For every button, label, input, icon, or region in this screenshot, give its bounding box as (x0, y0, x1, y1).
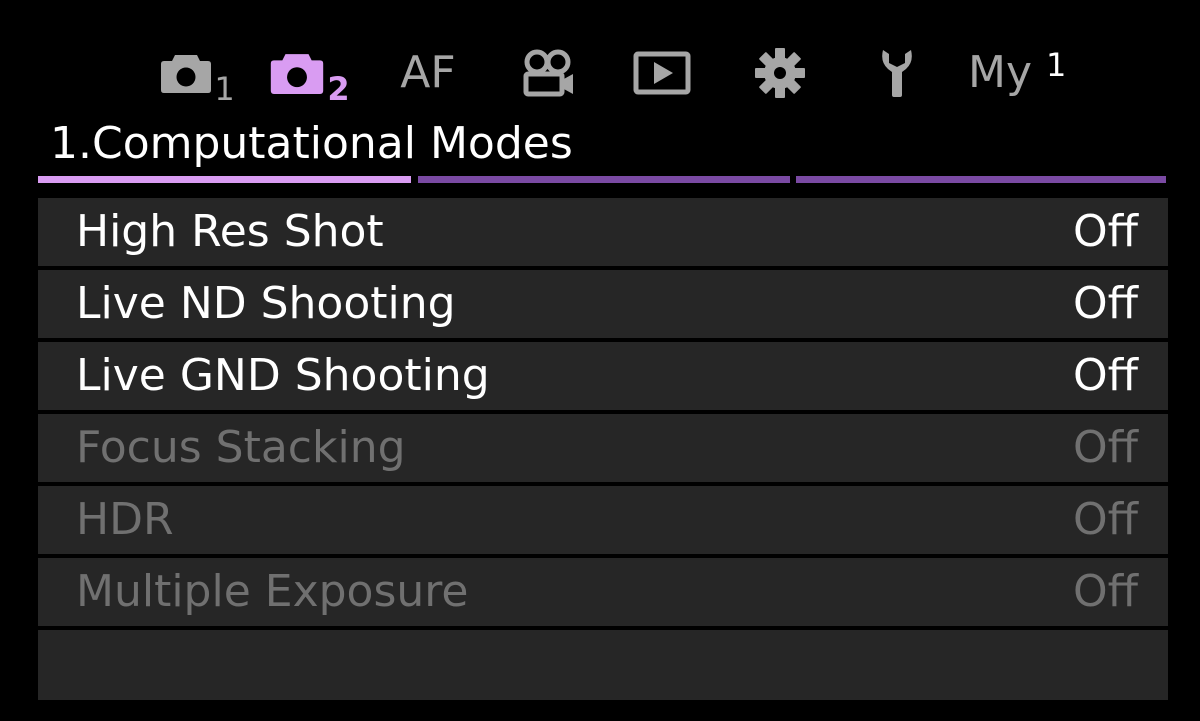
menu-item-label: Focus Stacking (76, 422, 406, 473)
menu-item-live-gnd-shooting[interactable]: Live GND Shooting Off (38, 342, 1168, 410)
menu-item-label: Multiple Exposure (76, 566, 469, 617)
page-indicator-segment-1 (38, 176, 411, 183)
menu-item-label: High Res Shot (76, 206, 384, 257)
menu-item-label: HDR (76, 494, 174, 545)
camera-icon (271, 54, 324, 94)
tab-af-label: AF (400, 47, 456, 98)
menu-tab-bar: 1 2 AF My 1 (0, 38, 1200, 108)
page-indicator-segment-3 (796, 176, 1166, 183)
tab-video[interactable] (508, 38, 588, 108)
gear-icon (755, 48, 805, 98)
camera-icon (161, 55, 212, 93)
tab-my-label: My (968, 47, 1033, 98)
menu-item-value: Off (1073, 566, 1138, 617)
tab-my-menu[interactable]: My 1 (968, 38, 1098, 108)
menu-item-value: Off (1073, 422, 1138, 473)
tab-shooting-1-number: 1 (214, 70, 235, 108)
menu-item-high-res-shot[interactable]: High Res Shot Off (38, 198, 1168, 266)
tab-custom[interactable] (744, 38, 816, 108)
tab-my-number: 1 (1046, 46, 1067, 84)
menu-item-focus-stacking: Focus Stacking Off (38, 414, 1168, 482)
menu-list: High Res Shot Off Live ND Shooting Off L… (38, 198, 1168, 704)
page-title: 1.Computational Modes (50, 118, 573, 169)
video-camera-icon (523, 49, 573, 97)
page-indicator (38, 176, 1166, 183)
playback-icon (633, 51, 691, 95)
page-indicator-segment-2 (418, 176, 790, 183)
tab-setup[interactable] (862, 38, 932, 108)
tab-shooting-2[interactable]: 2 (262, 38, 357, 108)
menu-item-value: Off (1073, 278, 1138, 329)
menu-item-live-nd-shooting[interactable]: Live ND Shooting Off (38, 270, 1168, 338)
menu-item-label: Live ND Shooting (76, 278, 456, 329)
menu-item-value: Off (1073, 350, 1138, 401)
menu-item-multiple-exposure: Multiple Exposure Off (38, 558, 1168, 626)
menu-item-value: Off (1073, 206, 1138, 257)
menu-item-value: Off (1073, 494, 1138, 545)
tab-af[interactable]: AF (388, 38, 468, 108)
wrench-icon (882, 50, 912, 97)
tab-playback[interactable] (624, 38, 700, 108)
tab-shooting-2-number: 2 (327, 70, 350, 108)
tab-shooting-1[interactable]: 1 (150, 38, 245, 108)
menu-item-empty (38, 630, 1168, 700)
menu-item-label: Live GND Shooting (76, 350, 490, 401)
menu-item-hdr: HDR Off (38, 486, 1168, 554)
